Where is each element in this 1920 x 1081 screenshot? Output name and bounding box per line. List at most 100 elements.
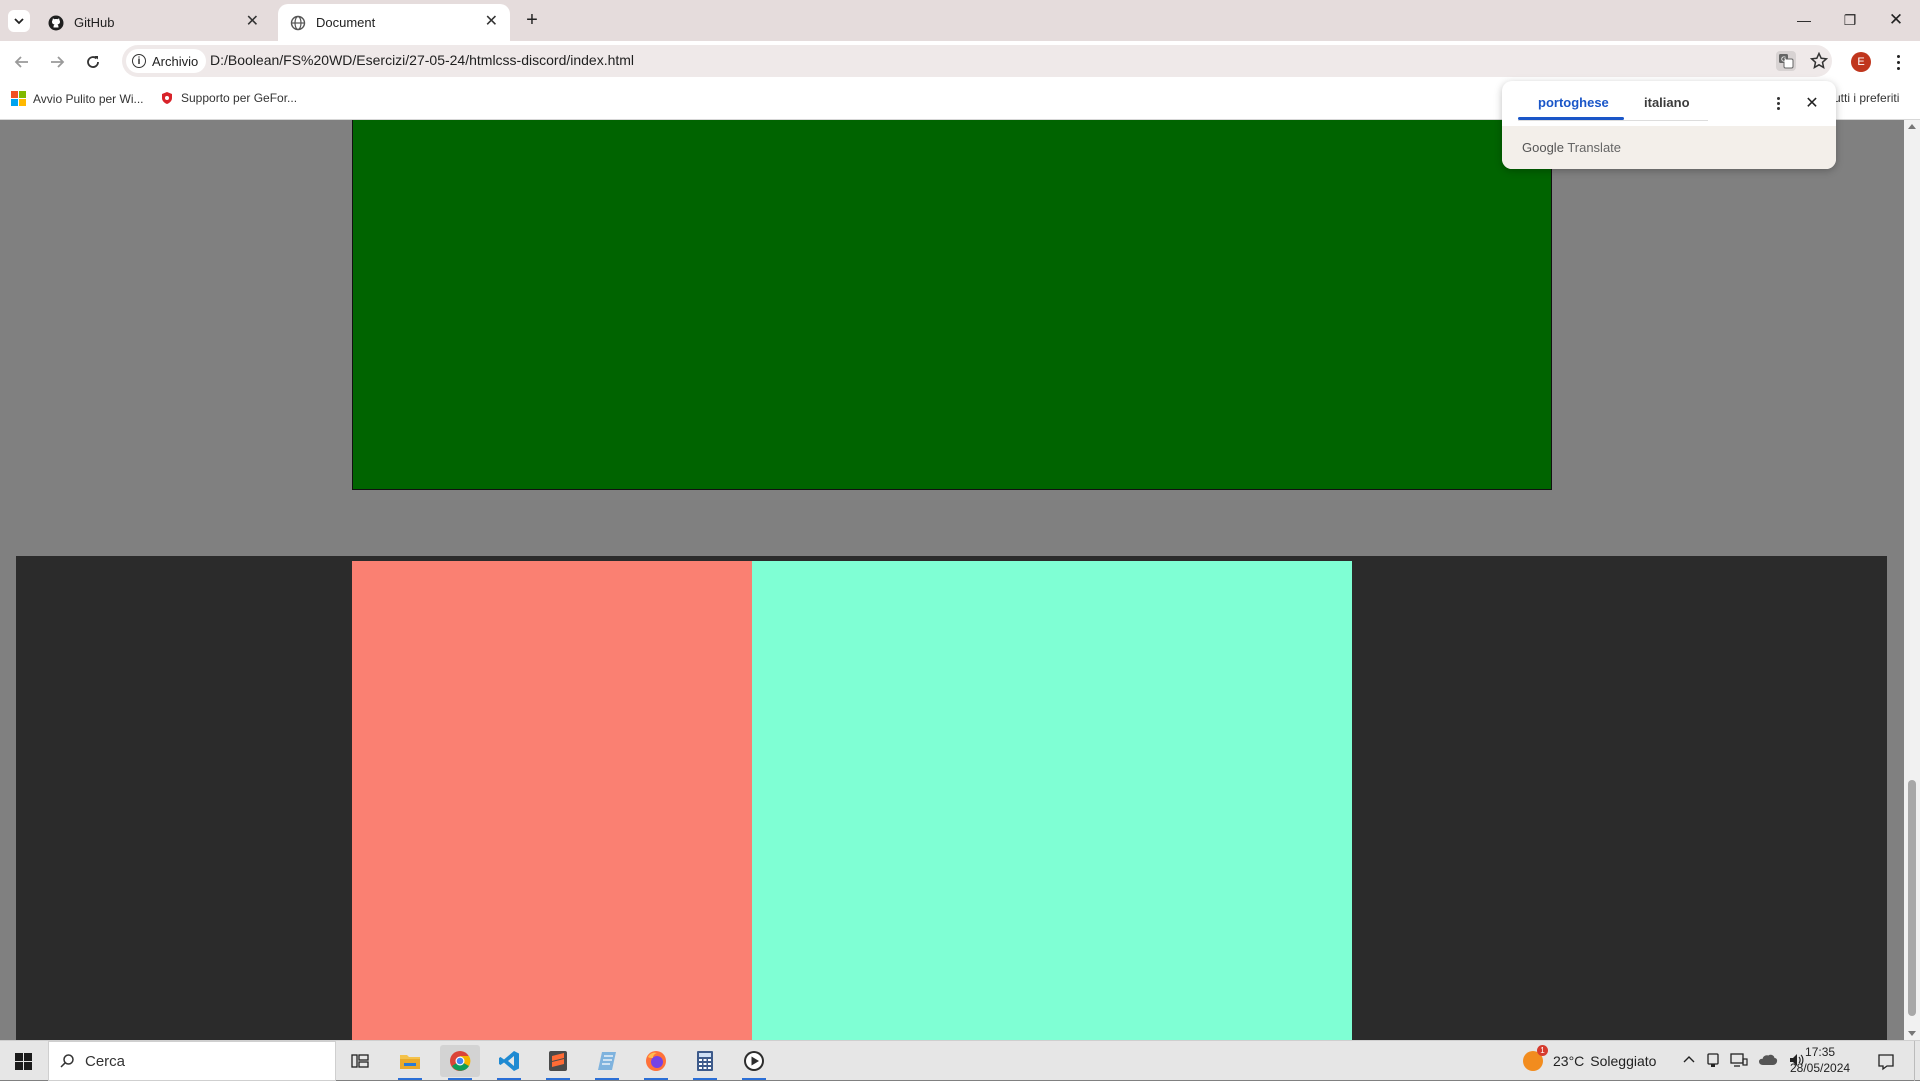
translate-icon: G — [1779, 54, 1794, 69]
page-scrollbar[interactable] — [1904, 120, 1920, 1040]
meet-now-icon[interactable] — [1706, 1052, 1720, 1068]
windows-logo-icon — [11, 91, 26, 106]
tab-title: GitHub — [74, 15, 115, 30]
forward-button[interactable] — [44, 49, 70, 75]
translate-close-button[interactable]: ✕ — [1802, 91, 1822, 115]
browser-toolbar: i Archivio D:/Boolean/FS%20WD/Esercizi/2… — [0, 41, 1920, 81]
star-icon — [1810, 52, 1828, 70]
salmon-column — [352, 561, 752, 1040]
notification-icon — [1878, 1054, 1894, 1071]
kebab-menu-icon — [1896, 60, 1900, 64]
weather-condition: Soleggiato — [1590, 1053, 1657, 1069]
notepad-icon — [598, 1052, 616, 1070]
vscode-icon — [499, 1051, 519, 1071]
aquamarine-column — [752, 561, 1352, 1040]
translate-options-button[interactable] — [1768, 91, 1788, 115]
green-box — [352, 120, 1552, 490]
start-button[interactable] — [0, 1041, 46, 1081]
svg-text:G: G — [1781, 56, 1786, 64]
media-player-icon — [744, 1051, 764, 1071]
taskbar-clock[interactable]: 17:35 28/05/2024 — [1790, 1044, 1850, 1076]
info-icon: i — [132, 54, 146, 68]
taskbar-media-player[interactable] — [734, 1045, 774, 1080]
file-explorer-icon — [400, 1055, 420, 1069]
chevron-up-icon[interactable] — [1682, 1053, 1696, 1067]
onedrive-icon[interactable] — [1758, 1053, 1778, 1067]
translate-popup: portoghese italiano ✕ Google Translate — [1502, 81, 1836, 169]
arrow-left-icon — [14, 56, 28, 68]
active-tab-indicator — [1518, 117, 1624, 120]
shield-icon — [162, 92, 172, 104]
taskbar-vscode[interactable] — [489, 1045, 529, 1080]
site-info-label: Archivio — [152, 53, 199, 69]
address-bar[interactable]: i Archivio D:/Boolean/FS%20WD/Esercizi/2… — [122, 45, 1832, 77]
restore-button[interactable]: ❐ — [1827, 0, 1873, 40]
tab-divider — [1518, 120, 1708, 121]
task-view-button[interactable] — [340, 1045, 380, 1077]
windows-start-icon — [14, 1052, 32, 1070]
close-icon: ✕ — [1805, 95, 1819, 112]
tab-document[interactable]: Document ✕ — [278, 4, 510, 41]
kebab-menu-icon — [1776, 101, 1780, 105]
scroll-down-arrow-icon[interactable] — [1908, 1031, 1916, 1036]
tab-strip: GitHub ✕ Document ✕ + — ❐ ✕ — [0, 0, 1920, 41]
target-language-tab[interactable]: italiano — [1644, 95, 1690, 110]
globe-icon — [290, 15, 306, 30]
notifications-button[interactable] — [1874, 1051, 1898, 1073]
bookmark-label: Supporto per GeFor... — [181, 91, 298, 105]
calculator-icon — [697, 1051, 713, 1071]
firefox-icon — [646, 1051, 666, 1071]
new-tab-button[interactable]: + — [520, 8, 544, 32]
taskbar-firefox[interactable] — [636, 1045, 676, 1080]
source-language-tab[interactable]: portoghese — [1538, 95, 1609, 110]
all-bookmarks-label: utti i preferiti — [1834, 91, 1900, 105]
translate-page-button[interactable]: G — [1776, 51, 1796, 71]
weather-alert-badge: 1 — [1537, 1045, 1548, 1056]
sun-icon: 1 — [1523, 1045, 1548, 1071]
taskbar-file-explorer[interactable] — [390, 1045, 430, 1080]
scrollbar-thumb[interactable] — [1908, 780, 1916, 1016]
scroll-up-arrow-icon[interactable] — [1908, 124, 1916, 129]
browser-menu-button[interactable] — [1888, 51, 1908, 73]
arrow-right-icon — [51, 56, 65, 68]
close-tab-icon[interactable]: ✕ — [246, 13, 259, 31]
taskbar-notepad[interactable] — [587, 1045, 627, 1080]
taskbar-search[interactable]: Cerca — [48, 1041, 336, 1081]
github-icon — [48, 15, 64, 30]
close-window-button[interactable]: ✕ — [1873, 0, 1919, 40]
google-translate-label: Google Translate — [1522, 140, 1622, 155]
search-placeholder: Cerca — [85, 1052, 126, 1070]
all-bookmarks-link[interactable]: utti i preferiti — [1834, 91, 1899, 105]
site-info-chip[interactable]: i Archivio — [126, 49, 207, 73]
minimize-button[interactable]: — — [1781, 0, 1827, 40]
bookmark-item[interactable]: Avvio Pulito per Wi... — [11, 91, 143, 106]
tab-title: Document — [316, 15, 376, 30]
show-desktop-button[interactable] — [1914, 1041, 1920, 1081]
taskbar-sublime[interactable] — [538, 1045, 578, 1080]
weather-widget[interactable]: 1 23°C Soleggiato — [1523, 1045, 1657, 1071]
tab-list-button[interactable] — [8, 10, 30, 32]
bookmark-star-button[interactable] — [1808, 50, 1830, 72]
reload-button[interactable] — [80, 49, 106, 75]
task-view-icon — [351, 1054, 369, 1068]
translate-footer: Google Translate — [1502, 126, 1836, 169]
clock-date: 28/05/2024 — [1790, 1061, 1851, 1075]
profile-avatar[interactable]: E — [1851, 52, 1871, 72]
taskbar-chrome[interactable] — [440, 1045, 480, 1080]
close-tab-icon[interactable]: ✕ — [485, 13, 498, 31]
url-text[interactable]: D:/Boolean/FS%20WD/Esercizi/27-05-24/htm… — [210, 52, 634, 68]
bookmark-item[interactable]: Supporto per GeFor... — [160, 91, 297, 105]
chrome-icon — [450, 1051, 471, 1071]
back-button[interactable] — [9, 49, 35, 75]
tab-github[interactable]: GitHub ✕ — [36, 4, 271, 41]
clock-time: 17:35 — [1805, 1045, 1836, 1059]
windows-taskbar: Cerca 1 23°C Soleggiato 17:35 28/05/2024 — [0, 1040, 1920, 1081]
system-tray — [1682, 1052, 1804, 1068]
network-icon[interactable] — [1730, 1052, 1748, 1068]
search-icon — [60, 1054, 74, 1068]
reload-icon — [87, 56, 99, 68]
page-viewport — [0, 120, 1920, 1040]
chevron-down-icon — [14, 18, 24, 25]
taskbar-calculator[interactable] — [685, 1045, 725, 1080]
bookmark-label: Avvio Pulito per Wi... — [33, 91, 144, 106]
